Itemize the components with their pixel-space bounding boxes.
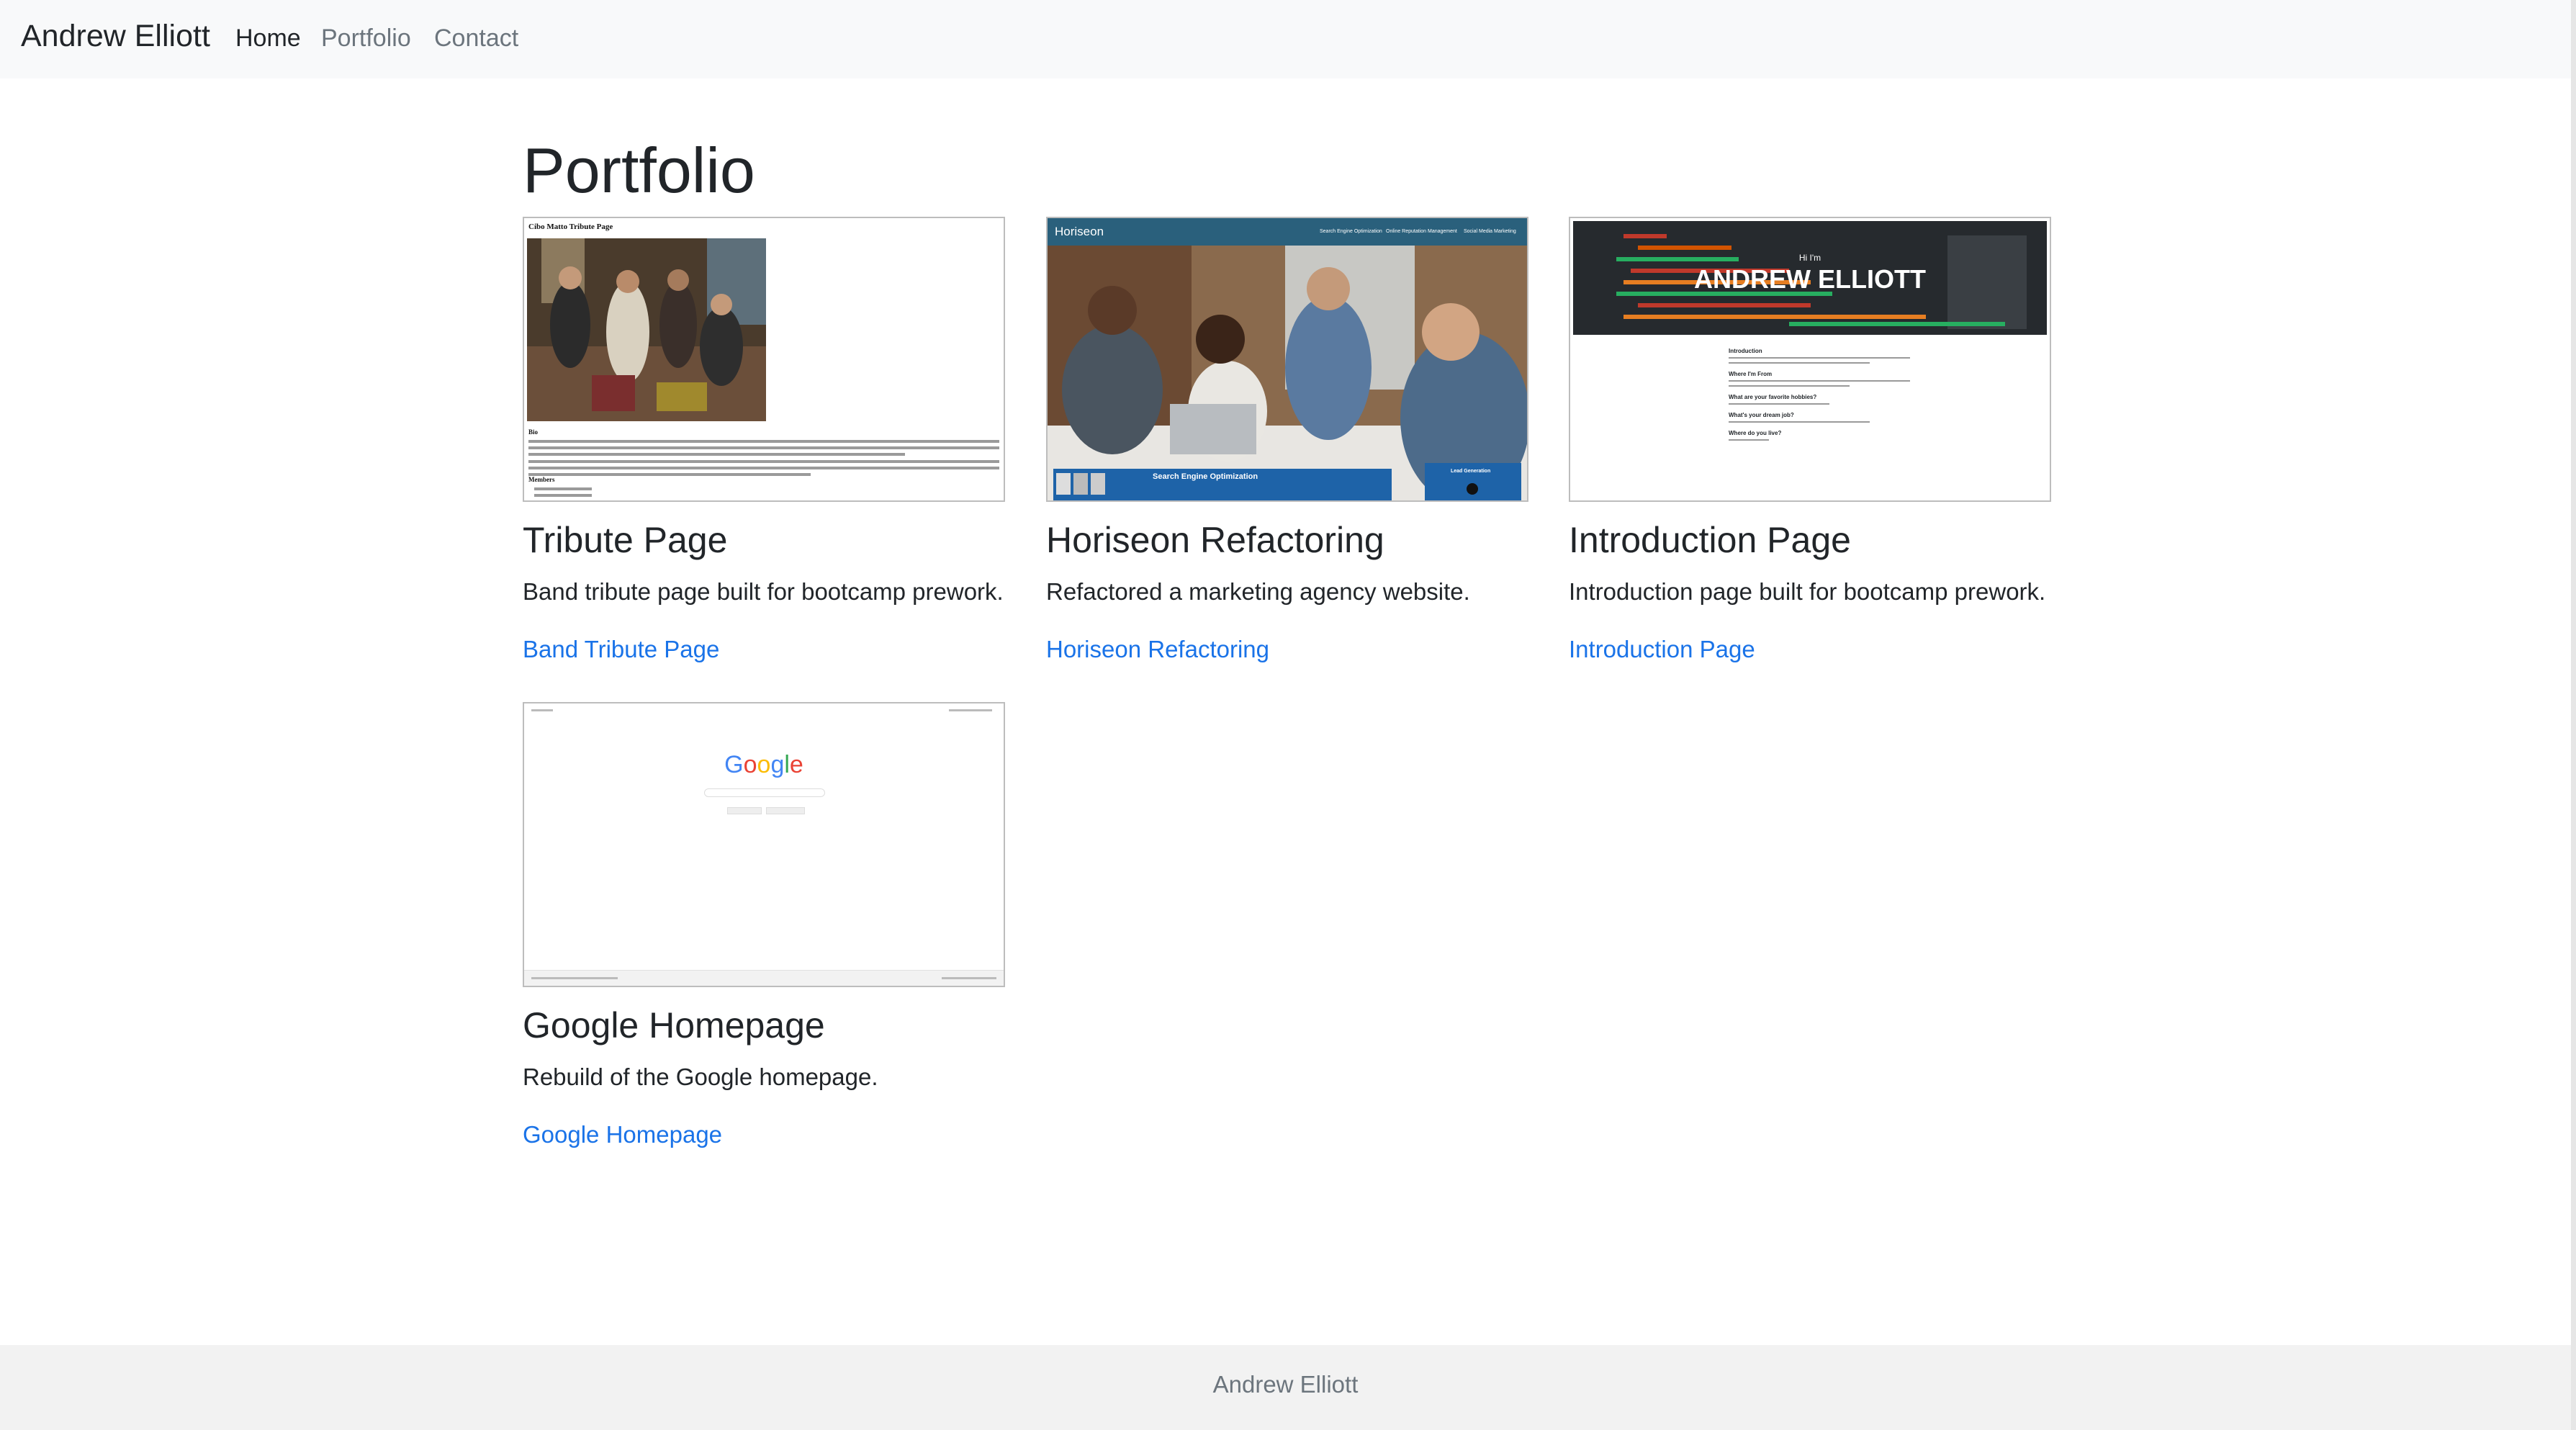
project-card-tribute: Cibo Matto Tribute Page Bio Members Trib… [523, 217, 1005, 678]
thumb-section-text [1729, 380, 1930, 387]
thumb-banner-title: Search Engine Optimization [1153, 472, 1258, 481]
card-title: Tribute Page [523, 520, 728, 560]
google-logo: Google [524, 751, 1004, 779]
thumb-nav-item: Online Reputation Management [1386, 229, 1457, 234]
thumb-search-button [727, 807, 762, 814]
project-card-introduction: Hi I'm ANDREW ELLIOTT Introduction Where… [1569, 217, 2051, 678]
thumb-search-box [704, 788, 825, 797]
page-title: Portfolio [523, 135, 755, 206]
project-card-google: Google Google Homepage Rebuild of the Go… [523, 702, 1005, 1163]
nav-portfolio[interactable]: Portfolio [321, 24, 411, 53]
target-icon [1467, 483, 1478, 495]
thumb-nav-item: Search Engine Optimization [1320, 229, 1382, 234]
thumb-seo-banner: Search Engine Optimization [1053, 469, 1392, 500]
logo-letter: e [789, 751, 803, 778]
thumb-footer [524, 970, 1004, 986]
thumb-section-heading: Where do you live? [1729, 430, 1782, 436]
project-link-horiseon[interactable]: Horiseon Refactoring [1046, 636, 1269, 663]
thumb-section-heading: Introduction [1729, 348, 1762, 354]
thumb-section-text [1729, 439, 1930, 441]
tribute-thumbnail[interactable]: Cibo Matto Tribute Page Bio Members [523, 217, 1005, 502]
thumb-section-text [1729, 357, 1930, 364]
thumb-name: ANDREW ELLIOTT [1694, 264, 1926, 294]
thumb-bio-heading: Bio [528, 428, 539, 436]
thumb-lucky-button [766, 807, 805, 814]
google-thumbnail[interactable]: Google [523, 702, 1005, 987]
logo-letter: G [724, 751, 744, 778]
thumb-logo: Horiseon [1055, 225, 1104, 238]
card-description: Rebuild of the Google homepage. [523, 1063, 878, 1090]
card-description: Refactored a marketing agency website. [1046, 578, 1470, 605]
thumb-section-heading: What are your favorite hobbies? [1729, 394, 1817, 400]
thumb-header: Horiseon Search Engine Optimization Onli… [1048, 218, 1527, 246]
project-link-introduction[interactable]: Introduction Page [1569, 636, 1755, 663]
nav-contact[interactable]: Contact [434, 24, 518, 53]
introduction-thumbnail[interactable]: Hi I'm ANDREW ELLIOTT Introduction Where… [1569, 217, 2051, 502]
brand-link[interactable]: Andrew Elliott [21, 19, 210, 54]
logo-letter: l [784, 751, 790, 778]
thumb-section-heading: What's your dream job? [1729, 412, 1794, 418]
thumb-members-heading: Members [528, 476, 555, 483]
card-title: Introduction Page [1569, 520, 1851, 560]
card-description: Band tribute page built for bootcamp pre… [523, 578, 1004, 605]
nav-home[interactable]: Home [235, 24, 301, 53]
logo-letter: g [770, 751, 785, 778]
thumb-hi: Hi I'm [1798, 253, 1821, 263]
thumb-code-hero: Hi I'm ANDREW ELLIOTT [1573, 221, 2047, 335]
thumb-section-text [1729, 421, 1930, 423]
thumb-side-box: Lead Generation [1425, 463, 1521, 500]
thumb-heading: Cibo Matto Tribute Page [528, 222, 613, 231]
navbar: Andrew Elliott Home Portfolio Contact [0, 0, 2576, 78]
thumb-section-text [1729, 403, 1930, 405]
footer-text: Andrew Elliott [1212, 1371, 1359, 1398]
thumb-content: Introduction Where I'm From What are you… [1729, 348, 1930, 444]
card-description: Introduction page built for bootcamp pre… [1569, 578, 2046, 605]
horiseon-thumbnail[interactable]: Horiseon Search Engine Optimization Onli… [1046, 217, 1528, 502]
project-link-google[interactable]: Google Homepage [523, 1121, 722, 1148]
office-team-image [1048, 246, 1527, 500]
band-photo-image [527, 238, 766, 421]
logo-letter: o [743, 751, 757, 778]
footer: Andrew Elliott [0, 1345, 2571, 1430]
card-title: Google Homepage [523, 1005, 825, 1045]
thumb-side-title: Lead Generation [1451, 469, 1491, 474]
card-title: Horiseon Refactoring [1046, 520, 1384, 560]
logo-letter: o [757, 751, 771, 778]
scrollbar[interactable] [2571, 0, 2576, 1430]
thumb-nav-item: Social Media Marketing [1464, 229, 1516, 234]
thumb-bio-text [528, 440, 999, 480]
project-card-horiseon: Horiseon Search Engine Optimization Onli… [1046, 217, 1528, 678]
thumb-section-heading: Where I'm From [1729, 371, 1773, 377]
project-link-tribute[interactable]: Band Tribute Page [523, 636, 719, 663]
thumb-members-list [534, 487, 592, 500]
